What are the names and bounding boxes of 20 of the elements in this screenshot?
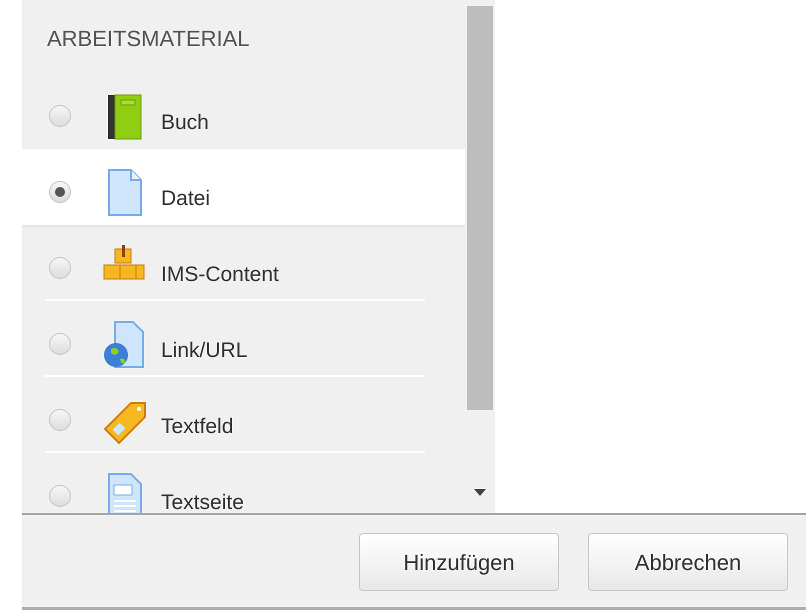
radio-button[interactable] (49, 409, 71, 431)
scrollbar-thumb[interactable] (467, 6, 493, 410)
option-label[interactable]: Link/URL (161, 321, 248, 367)
option-label[interactable]: Textfeld (161, 397, 234, 443)
radio-button[interactable] (49, 485, 71, 507)
radio-button[interactable] (49, 333, 71, 355)
selected-row[interactable]: Datei (22, 149, 465, 225)
radio-button[interactable] (49, 105, 71, 127)
add-button[interactable]: Hinzufügen (359, 533, 559, 591)
option-label[interactable]: Buch (161, 93, 209, 139)
cancel-button[interactable]: Abbrechen (588, 533, 788, 591)
section-heading: ARBEITSMATERIAL (46, 25, 251, 53)
radio-button[interactable] (49, 257, 71, 279)
scroll-down-icon[interactable] (474, 489, 486, 497)
scrollbar[interactable] (465, 0, 495, 513)
option-label[interactable]: IMS-Content (161, 245, 279, 291)
option-label[interactable]: Textseite (161, 473, 244, 513)
globe-document-icon (101, 319, 147, 369)
radio-button[interactable] (49, 181, 71, 203)
option-label[interactable]: Datei (161, 169, 210, 215)
